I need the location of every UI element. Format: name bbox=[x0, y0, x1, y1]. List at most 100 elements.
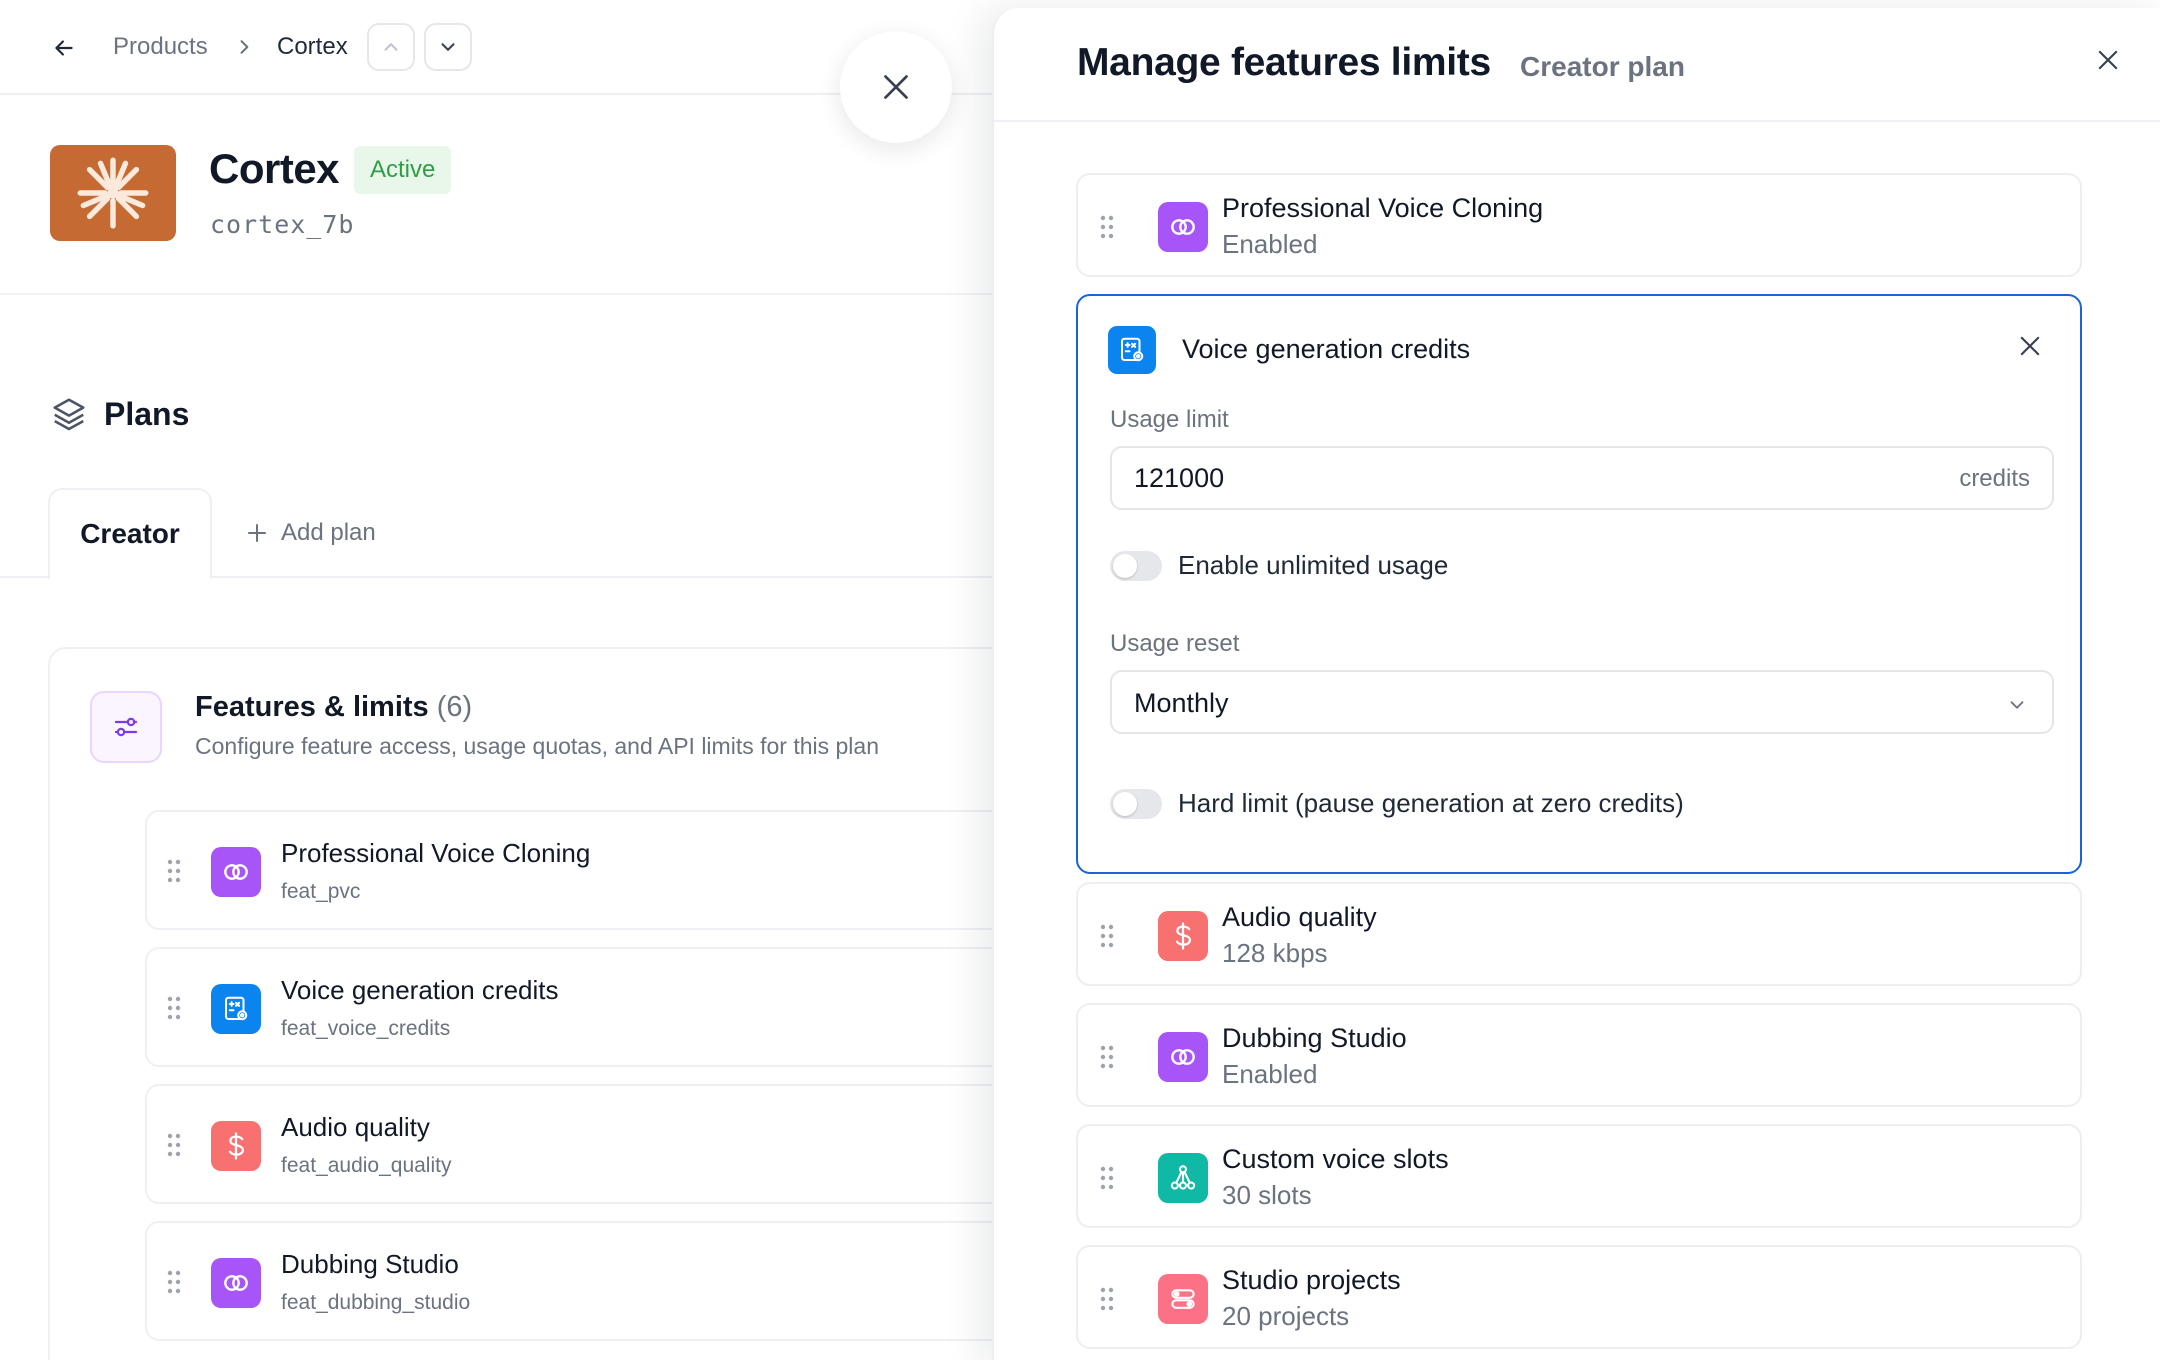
product-id: cortex_7b bbox=[210, 210, 355, 239]
add-plan-button[interactable]: Add plan bbox=[245, 510, 376, 556]
usage-limit-value: 121000 bbox=[1134, 463, 1225, 493]
feature-row[interactable]: Voice generation credits feat_voice_cred… bbox=[145, 947, 1000, 1067]
usage-reset-label: Usage reset bbox=[1110, 630, 1240, 657]
feature-name: Voice generation credits bbox=[281, 975, 559, 1005]
limit-value: 30 slots bbox=[1222, 1180, 1312, 1210]
plus-icon bbox=[248, 524, 266, 542]
chevron-up-icon bbox=[384, 43, 398, 51]
hard-limit-label: Hard limit (pause generation at zero cre… bbox=[1178, 788, 1684, 818]
editor-close-button[interactable] bbox=[2010, 326, 2050, 366]
previous-product-button[interactable] bbox=[367, 23, 415, 71]
unlimited-usage-toggle-row[interactable]: Enable unlimited usage bbox=[1110, 550, 1448, 581]
unlimited-usage-label: Enable unlimited usage bbox=[1178, 550, 1449, 580]
feature-name: Professional Voice Cloning bbox=[281, 838, 591, 868]
feature-key: feat_audio_quality bbox=[281, 1154, 452, 1177]
features-count: (6) bbox=[436, 691, 473, 723]
hard-limit-toggle-row[interactable]: Hard limit (pause generation at zero cre… bbox=[1110, 788, 1684, 819]
network-icon bbox=[1158, 1153, 1208, 1203]
sliders-icon bbox=[90, 691, 162, 763]
features-title-text: Features & limits bbox=[195, 691, 429, 723]
dollar-icon bbox=[211, 1121, 261, 1171]
dollar-icon bbox=[1158, 911, 1208, 961]
usage-limit-input[interactable]: 121000 credits bbox=[1110, 446, 2054, 510]
limit-row[interactable]: Custom voice slots 30 slots bbox=[1076, 1124, 2082, 1228]
manage-limits-drawer: Manage features limits Creator plan Prof… bbox=[992, 8, 2160, 1360]
product-name: Cortex bbox=[209, 145, 340, 192]
voice-cloning-icon bbox=[1158, 202, 1208, 252]
chevron-right-icon bbox=[240, 40, 249, 54]
plans-heading: Plans bbox=[50, 395, 189, 433]
limit-row[interactable]: Professional Voice Cloning Enabled bbox=[1076, 173, 2082, 277]
drag-handle-icon[interactable] bbox=[1100, 1166, 1114, 1190]
close-drawer-button[interactable] bbox=[840, 31, 952, 143]
feature-name: Audio quality bbox=[281, 1112, 430, 1142]
feature-row[interactable]: Dubbing Studio feat_dubbing_studio bbox=[145, 1221, 1000, 1341]
drawer-subtitle: Creator plan bbox=[1520, 51, 1685, 82]
breadcrumb-current: Cortex bbox=[277, 33, 348, 60]
unlimited-usage-toggle[interactable] bbox=[1110, 550, 1162, 581]
drawer-close-button[interactable] bbox=[2086, 38, 2130, 82]
close-icon bbox=[884, 75, 908, 99]
product-logo bbox=[50, 145, 176, 241]
limit-name: Studio projects bbox=[1222, 1265, 1401, 1295]
calculator-settings-icon bbox=[1108, 326, 1156, 374]
next-product-button[interactable] bbox=[424, 23, 472, 71]
feature-key: feat_dubbing_studio bbox=[281, 1291, 471, 1314]
limit-name: Professional Voice Cloning bbox=[1222, 193, 1544, 223]
voice-cloning-icon bbox=[211, 847, 261, 897]
limit-value: Enabled bbox=[1222, 229, 1318, 259]
back-button[interactable] bbox=[46, 30, 82, 66]
usage-reset-value: Monthly bbox=[1134, 688, 1229, 718]
limit-name: Custom voice slots bbox=[1222, 1144, 1449, 1174]
drag-handle-icon[interactable] bbox=[167, 996, 181, 1020]
drawer-title: Manage features limits bbox=[1077, 41, 1491, 84]
drag-handle-icon[interactable] bbox=[1100, 215, 1114, 239]
drag-handle-icon[interactable] bbox=[167, 859, 181, 883]
voice-cloning-icon bbox=[211, 1258, 261, 1308]
limit-name: Audio quality bbox=[1222, 902, 1377, 932]
limit-row[interactable]: Audio quality 128 kbps bbox=[1076, 882, 2082, 986]
drag-handle-icon[interactable] bbox=[1100, 1045, 1114, 1069]
limit-value: Enabled bbox=[1222, 1059, 1318, 1089]
editor-title: Voice generation credits bbox=[1182, 334, 1471, 364]
plans-title: Plans bbox=[104, 395, 190, 432]
limit-value: 20 projects bbox=[1222, 1301, 1350, 1331]
tab-creator[interactable]: Creator bbox=[48, 488, 212, 580]
close-icon bbox=[2098, 50, 2118, 70]
feature-row[interactable]: Professional Voice Cloning feat_pvc bbox=[145, 810, 1000, 930]
feature-name: Dubbing Studio bbox=[281, 1249, 459, 1279]
drag-handle-icon[interactable] bbox=[1100, 924, 1114, 948]
limit-row[interactable]: Dubbing Studio Enabled bbox=[1076, 1003, 2082, 1107]
close-icon bbox=[2020, 336, 2040, 356]
limit-editor-card: Voice generation credits Usage limit 121… bbox=[1076, 294, 2082, 874]
drag-handle-icon[interactable] bbox=[167, 1133, 181, 1157]
limit-row[interactable]: Studio projects 20 projects bbox=[1076, 1245, 2082, 1349]
feature-key: feat_pvc bbox=[281, 880, 361, 903]
usage-limit-label: Usage limit bbox=[1110, 406, 1229, 433]
arrow-left-icon bbox=[55, 40, 73, 56]
limit-name: Dubbing Studio bbox=[1222, 1023, 1407, 1053]
usage-limit-unit: credits bbox=[1959, 465, 2030, 492]
product-header: Cortex Active cortex_7b bbox=[0, 95, 1000, 295]
usage-reset-select[interactable]: Monthly bbox=[1110, 670, 2054, 734]
feature-key: feat_voice_credits bbox=[281, 1017, 451, 1040]
breadcrumb-products-link[interactable]: Products bbox=[113, 30, 208, 64]
hard-limit-toggle[interactable] bbox=[1110, 788, 1162, 819]
toggles-icon bbox=[1158, 1274, 1208, 1324]
plan-tabs: Creator Add plan bbox=[0, 488, 1000, 580]
drag-handle-icon[interactable] bbox=[1100, 1287, 1114, 1311]
status-badge: Active bbox=[354, 146, 452, 194]
calculator-settings-icon bbox=[211, 984, 261, 1034]
feature-row[interactable]: Audio quality feat_audio_quality bbox=[145, 1084, 1000, 1204]
layers-icon bbox=[53, 398, 85, 431]
product-page: Products Cortex Cortex Active cortex_7b … bbox=[0, 0, 1000, 1360]
features-subtitle: Configure feature access, usage quotas, … bbox=[195, 733, 879, 759]
sunburst-logo-icon bbox=[77, 157, 149, 229]
chevron-down-icon bbox=[441, 43, 455, 51]
limit-value: 128 kbps bbox=[1222, 938, 1328, 968]
features-title: Features & limits (6) bbox=[195, 691, 472, 724]
add-plan-label: Add plan bbox=[281, 519, 376, 546]
voice-cloning-icon bbox=[1158, 1032, 1208, 1082]
chevron-down-icon bbox=[2010, 701, 2024, 709]
drag-handle-icon[interactable] bbox=[167, 1270, 181, 1294]
